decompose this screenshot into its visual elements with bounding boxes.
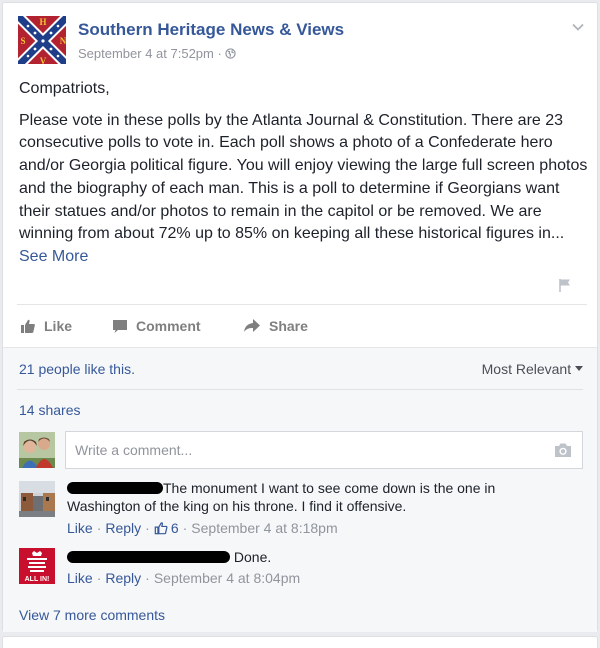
sort-comments-dropdown[interactable]: Most Relevant xyxy=(482,361,583,377)
post-timestamp[interactable]: September 4 at 7:52pm xyxy=(78,46,214,61)
caret-down-icon xyxy=(575,366,583,371)
post-body: Compatriots, Please vote in these polls … xyxy=(19,78,591,269)
thumbs-up-icon xyxy=(21,319,35,333)
post-paragraph-text: Please vote in these polls by the Atlant… xyxy=(19,111,588,243)
speech-bubble-icon xyxy=(113,320,127,333)
comment-reaction-count[interactable]: 6 xyxy=(171,520,179,536)
globe-icon xyxy=(225,48,237,59)
svg-text:S: S xyxy=(20,36,25,46)
comment-time[interactable]: September 4 at 8:04pm xyxy=(154,570,300,586)
post-greeting: Compatriots, xyxy=(19,80,110,97)
shares-link[interactable]: 14 shares xyxy=(19,402,80,418)
svg-text:ALL IN!: ALL IN! xyxy=(25,576,50,583)
comment-composer xyxy=(65,431,583,469)
summary-divider xyxy=(17,389,583,390)
post-paragraph: Please vote in these polls by the Atlant… xyxy=(19,110,591,269)
comment-actions: Like · Reply · September 4 at 8:04pm xyxy=(67,570,301,586)
share-label: Share xyxy=(269,318,308,334)
page-name-link[interactable]: Southern Heritage News & Views xyxy=(78,20,344,40)
sort-label: Most Relevant xyxy=(481,361,572,377)
view-more-comments-link[interactable]: View 7 more comments xyxy=(19,607,165,623)
page-logo[interactable]: H S V N xyxy=(17,15,67,65)
meta-separator: · xyxy=(217,46,222,61)
like-label: Like xyxy=(44,318,73,334)
next-post-card xyxy=(2,636,598,648)
comment-time[interactable]: September 4 at 8:18pm xyxy=(191,520,337,536)
comment-like-link[interactable]: Like xyxy=(67,570,93,586)
comment-label: Comment xyxy=(136,318,201,334)
comment-like-link[interactable]: Like xyxy=(67,520,93,536)
chevron-down-icon[interactable] xyxy=(571,20,585,34)
comment-input[interactable] xyxy=(66,432,546,468)
commenter-avatar[interactable]: ALL IN! xyxy=(19,548,55,584)
comment-text: Done. xyxy=(67,548,567,566)
like-button[interactable]: Like xyxy=(20,309,72,343)
keep-calm-poster-image: ALL IN! xyxy=(19,548,55,584)
see-more-link[interactable]: See More xyxy=(19,248,88,265)
comment-text-line-1: The monument I want to see come down is … xyxy=(163,480,496,496)
svg-text:N: N xyxy=(60,36,67,46)
flag-icon[interactable] xyxy=(557,277,573,293)
comments-section: 21 people like this. Most Relevant 14 sh… xyxy=(3,347,597,632)
comment-actions: Like · Reply · 6 · September 4 at 8:18pm xyxy=(67,520,338,536)
actions-divider xyxy=(17,304,587,305)
post-actions-bar: Like Comment Share xyxy=(17,309,587,343)
share-arrow-icon xyxy=(244,319,260,332)
svg-text:H: H xyxy=(39,17,46,27)
post-header: H S V N Southern Heritage News & Views S… xyxy=(17,15,587,65)
current-user-avatar[interactable] xyxy=(19,432,55,468)
svg-text:V: V xyxy=(40,56,47,65)
comment-reply-link[interactable]: Reply xyxy=(105,570,141,586)
comment-button[interactable]: Comment xyxy=(112,309,201,343)
likes-summary-link[interactable]: 21 people like this. xyxy=(19,361,135,377)
redacted-name xyxy=(67,482,163,494)
commenter-avatar[interactable] xyxy=(19,481,55,517)
confederate-flag-logo: H S V N xyxy=(18,16,67,65)
comment-line: The monument I want to see come down is … xyxy=(67,479,567,497)
thumbs-up-outline-icon xyxy=(154,522,168,535)
comment-reply-link[interactable]: Reply xyxy=(105,520,141,536)
post-card: H S V N Southern Heritage News & Views S… xyxy=(2,2,598,632)
camera-icon[interactable] xyxy=(554,442,572,458)
comment-text-body: Done. xyxy=(233,549,272,565)
commenter-photo xyxy=(19,481,55,517)
user-photo xyxy=(19,432,55,468)
comment-text: The monument I want to see come down is … xyxy=(67,479,567,515)
post-meta: September 4 at 7:52pm · xyxy=(78,46,237,61)
share-button[interactable]: Share xyxy=(243,309,308,343)
redacted-name xyxy=(67,551,230,563)
comment-text-line-2: Washington of the king on his throne. I … xyxy=(67,498,407,514)
